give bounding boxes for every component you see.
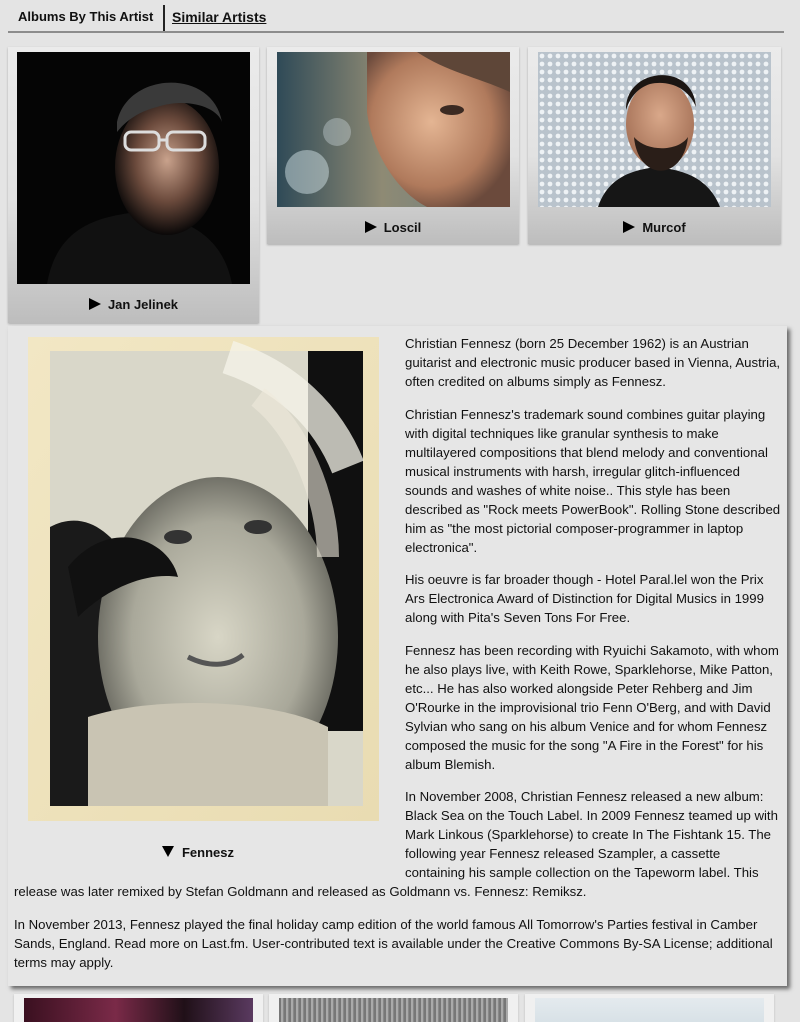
artist-card-murcof[interactable]: Murcof bbox=[528, 47, 781, 244]
triangle-down-icon[interactable] bbox=[161, 846, 174, 858]
bio-paragraph: In November 2013, Fennesz played the fin… bbox=[14, 916, 773, 970]
tab-divider bbox=[163, 5, 165, 31]
tab-similar-artists[interactable]: Similar Artists bbox=[172, 7, 266, 27]
artist-main-photo-wrap: Fennesz bbox=[8, 337, 388, 867]
album-card[interactable] bbox=[14, 994, 263, 1022]
tab-albums-by-artist[interactable]: Albums By This Artist bbox=[18, 7, 153, 27]
artist-name-caption: Murcof bbox=[528, 220, 781, 235]
album-cover bbox=[535, 998, 764, 1022]
artist-card-jan-jelinek[interactable]: Jan Jelinek bbox=[8, 47, 259, 323]
tab-bar: Albums By This Artist Similar Artists bbox=[8, 0, 784, 33]
artist-name: Loscil bbox=[383, 220, 422, 235]
play-icon[interactable] bbox=[623, 221, 636, 233]
artist-name-caption: Loscil bbox=[267, 220, 519, 235]
play-icon[interactable] bbox=[364, 221, 377, 233]
album-card[interactable] bbox=[525, 994, 774, 1022]
artist-main-photo bbox=[28, 337, 379, 821]
artist-name: Murcof bbox=[642, 220, 686, 235]
artist-name-caption: Jan Jelinek bbox=[8, 297, 259, 312]
album-card[interactable] bbox=[269, 994, 518, 1022]
artist-photo bbox=[277, 52, 510, 207]
artist-card-loscil[interactable]: Loscil bbox=[267, 47, 519, 244]
artist-name: Fennesz bbox=[181, 845, 234, 860]
artist-photo bbox=[538, 52, 771, 207]
artist-photo bbox=[17, 52, 250, 284]
album-cover bbox=[24, 998, 253, 1022]
artist-biography-panel: Fennesz Christian Fennesz (born 25 Decem… bbox=[8, 326, 787, 986]
artist-name: Jan Jelinek bbox=[107, 297, 179, 312]
play-icon[interactable] bbox=[88, 298, 101, 310]
album-cover bbox=[279, 998, 508, 1022]
artist-main-caption: Fennesz bbox=[8, 845, 388, 860]
